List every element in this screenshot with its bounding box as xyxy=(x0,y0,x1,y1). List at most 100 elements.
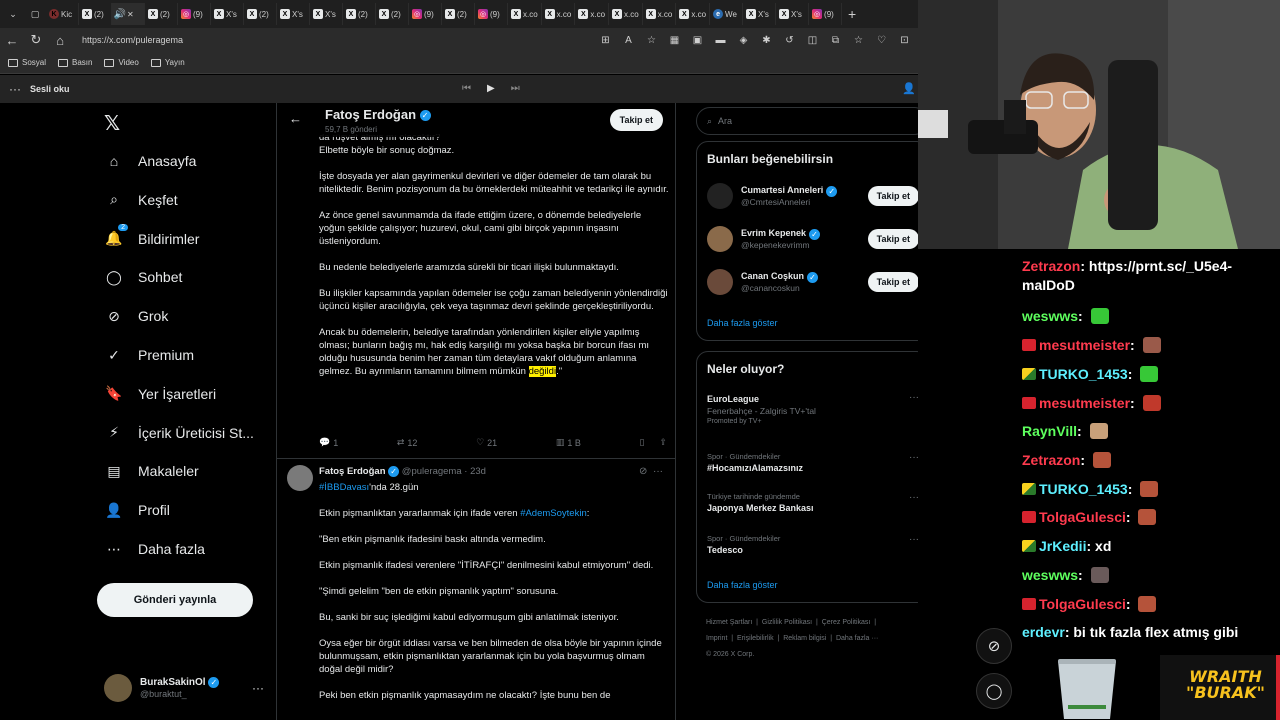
show-more-link[interactable]: Daha fazla göster xyxy=(707,580,778,590)
like-button[interactable]: ♡ 21 xyxy=(476,437,497,448)
hashtag-link[interactable]: #İBBDavası xyxy=(319,482,369,493)
refresh-extension-icon[interactable]: ↺ xyxy=(782,33,797,47)
nav-item-home[interactable]: ⌂ Anasayfa xyxy=(104,146,197,176)
chat-username[interactable]: JrKedii xyxy=(1039,538,1086,554)
read-aloud-menu-icon[interactable]: ··· xyxy=(0,82,30,96)
previous-icon[interactable]: ⏮ xyxy=(462,83,471,94)
footer-link[interactable]: Gizlilik Politikası xyxy=(762,619,812,626)
tweet-author-handle[interactable]: @puleragema xyxy=(402,466,462,477)
browser-tab[interactable]: ◎ (9) xyxy=(809,3,843,25)
chat-username[interactable]: erdevr xyxy=(1022,624,1065,640)
chat-username[interactable]: Zetrazon xyxy=(1022,258,1080,274)
chat-username[interactable]: weswws xyxy=(1022,308,1078,324)
next-icon[interactable]: ⏭ xyxy=(511,83,520,94)
grok-float-button[interactable]: ⊘ xyxy=(976,628,1012,664)
browser-tab[interactable]: X X's xyxy=(310,3,343,25)
back-arrow-icon[interactable]: ← xyxy=(289,111,302,126)
follow-button[interactable]: Takip et xyxy=(867,229,918,249)
nav-item-chat[interactable]: ◯ Sohbet xyxy=(104,262,182,292)
trend-item[interactable]: Türkiye tarihinde gündemde Japonya Merkez… xyxy=(707,492,918,513)
reply-button[interactable]: 💬 1 xyxy=(319,437,338,448)
trend-more-icon[interactable]: ··· xyxy=(909,452,918,463)
nav-item-bookmarks[interactable]: 🔖 Yer İşaretleri xyxy=(104,379,216,409)
bookmark-folder-basin[interactable]: Basın xyxy=(58,58,92,67)
browser-tab[interactable]: X X's xyxy=(211,3,244,25)
browser-tab[interactable]: X X's xyxy=(776,3,810,25)
app-install-icon[interactable]: ⊞ xyxy=(598,33,613,47)
trend-item[interactable]: Spor · Gündemdekiler Tedesco ··· xyxy=(707,534,918,555)
avatar[interactable] xyxy=(287,465,313,491)
search-input[interactable]: ⌕ Ara xyxy=(696,107,918,135)
refresh-icon[interactable]: ↻ xyxy=(24,32,48,48)
footer-link[interactable]: Imprint xyxy=(706,635,727,642)
workspaces-icon[interactable]: ▢ xyxy=(24,9,46,20)
nav-item-premium[interactable]: ✓ Premium xyxy=(104,340,194,370)
browser-tab[interactable]: e We xyxy=(710,3,744,25)
follow-button[interactable]: Takip et xyxy=(867,186,918,206)
hashtag-link[interactable]: #AdemSoytekin xyxy=(520,508,587,519)
trend-more-icon[interactable]: ··· xyxy=(909,392,918,403)
browser-tab[interactable]: X X's xyxy=(743,3,777,25)
extension-icon[interactable]: ▦ xyxy=(667,33,682,47)
browser-tab[interactable]: X (2) xyxy=(343,3,376,25)
messages-float-button[interactable]: ◯ xyxy=(976,673,1012,709)
suggestion-item[interactable]: Evrim Kepenek ✓ @kepenekevrimm Takip et xyxy=(707,222,918,256)
suggestion-item[interactable]: Canan Coşkun ✓ @canancoskun Takip et xyxy=(707,265,918,299)
nav-item-explore[interactable]: ⌕ Keşfet xyxy=(104,185,178,215)
collections-icon[interactable]: ⧉ xyxy=(828,33,843,47)
chat-username[interactable]: TolgaGulesci xyxy=(1039,509,1126,525)
browser-tab[interactable]: Xx.co xyxy=(508,3,542,25)
browser-essentials-icon[interactable]: ♡ xyxy=(874,33,889,47)
voice-settings-icon[interactable]: 👤 xyxy=(902,82,916,95)
bookmark-folder-video[interactable]: Video xyxy=(104,58,139,67)
chat-username[interactable]: RaynVill xyxy=(1022,423,1077,439)
chat-username[interactable]: TURKO_1453 xyxy=(1039,366,1128,382)
tweet-time[interactable]: 23d xyxy=(470,466,486,477)
home-icon[interactable]: ⌂ xyxy=(48,33,72,48)
footer-link[interactable]: Reklam bilgisi xyxy=(783,635,826,642)
read-aloud-icon[interactable]: A xyxy=(621,33,636,47)
nav-item-notifications[interactable]: 🔔 2 Bildirimler xyxy=(104,224,199,254)
footer-link[interactable]: Erişilebilirlik xyxy=(737,635,774,642)
tweet-author-name[interactable]: Fatoş Erdoğan xyxy=(319,466,386,477)
nav-item-articles[interactable]: ▤ Makaleler xyxy=(104,456,198,486)
browser-tab[interactable]: X (2) xyxy=(376,3,409,25)
footer-link[interactable]: Çerez Politikası xyxy=(822,619,871,626)
share-icon[interactable]: ⇪ xyxy=(659,437,667,448)
follow-button[interactable]: Takip et xyxy=(867,272,918,292)
nav-item-creator-studio[interactable]: ⚡ İçerik Üreticisi St... xyxy=(104,418,254,448)
browser-tab[interactable]: Xx.co xyxy=(676,3,711,25)
x-logo-icon[interactable]: 𝕏 xyxy=(104,111,120,136)
chat-username[interactable]: mesutmeister xyxy=(1039,395,1130,411)
chat-username[interactable]: weswws xyxy=(1022,567,1078,583)
new-tab-icon[interactable]: + xyxy=(842,6,862,22)
extension-icon[interactable]: ◈ xyxy=(736,33,751,47)
repost-button[interactable]: ⇄ 12 xyxy=(397,437,418,448)
footer-link[interactable]: Daha fazla ··· xyxy=(836,635,878,642)
trend-item[interactable]: EuroLeague Fenerbahçe - Zalgiris TV+'tal P… xyxy=(707,392,918,425)
chat-username[interactable]: TURKO_1453 xyxy=(1039,481,1128,497)
extension-icon[interactable]: ✱ xyxy=(759,33,774,47)
url-field[interactable]: https://x.com/puleragema xyxy=(76,31,586,49)
account-more-icon[interactable]: ··· xyxy=(252,681,264,695)
back-icon[interactable]: ← xyxy=(0,33,24,48)
views-button[interactable]: ▥ 1 B xyxy=(556,437,581,448)
bookmark-folder-sosyal[interactable]: Sosyal xyxy=(8,58,46,67)
trend-more-icon[interactable]: ··· xyxy=(909,492,918,503)
browser-tab[interactable]: ◎ (9) xyxy=(409,3,442,25)
suggestion-item[interactable]: Cumartesi Anneleri ✓ @CmrtesiAnneleri Takip… xyxy=(707,179,918,213)
split-screen-icon[interactable]: ◫ xyxy=(805,33,820,47)
browser-tab[interactable]: X (2) xyxy=(244,3,277,25)
post-button[interactable]: Gönderi yayınla xyxy=(97,583,253,617)
chat-username[interactable]: mesutmeister xyxy=(1039,337,1130,353)
browser-tab[interactable]: 🔊 ✕ xyxy=(112,3,145,25)
account-switcher[interactable]: BurakSakinOl ✓ @buraktut_ ··· xyxy=(104,673,264,703)
extension-icon[interactable]: ▣ xyxy=(690,33,705,47)
footer-link[interactable]: Hizmet Şartları xyxy=(706,619,752,626)
favorites-icon[interactable]: ☆ xyxy=(851,33,866,47)
screenshot-icon[interactable]: ⊡ xyxy=(897,33,912,47)
browser-tab[interactable]: X (2) xyxy=(442,3,475,25)
browser-tab[interactable]: X (2) xyxy=(79,3,112,25)
chat-username[interactable]: Zetrazon xyxy=(1022,452,1080,468)
favorite-star-icon[interactable]: ☆ xyxy=(644,33,659,47)
